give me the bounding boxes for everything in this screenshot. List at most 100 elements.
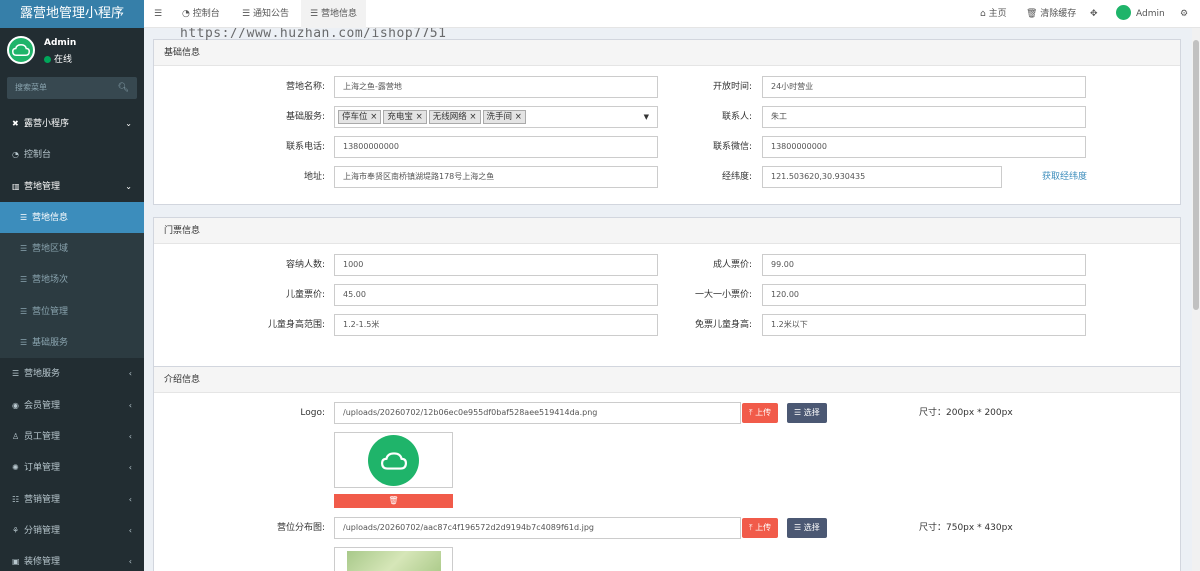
fullscreen-icon[interactable]: ✥ <box>1090 0 1098 28</box>
sidebar-item-camp-session[interactable]: ☰ 营地场次 <box>0 264 144 296</box>
close-icon[interactable]: × <box>515 112 522 122</box>
home-icon: ⌂ <box>980 9 989 19</box>
home-link[interactable]: ⌂ 主页 <box>980 0 1007 28</box>
service-tag[interactable]: 洗手间 × <box>482 110 526 124</box>
sidebar-item-label: 营地管理 <box>24 181 61 192</box>
chevron-left-icon: ‹ <box>128 369 132 379</box>
tab-label: 通知公告 <box>252 9 289 19</box>
panel-title: 介绍信息 <box>154 367 1180 393</box>
map-upload-button[interactable]: ⤒ 上传 <box>742 518 779 538</box>
dashboard-icon: ◔ <box>182 9 193 19</box>
hours-input[interactable]: 24小时营业 <box>762 76 1086 98</box>
service-tag[interactable]: 停车位 × <box>338 110 382 124</box>
phone-label: 联系电话: <box>285 142 325 152</box>
clear-cache-button[interactable]: 🗑︎ 清除缓存 <box>1026 0 1076 28</box>
trash-icon: 🗑︎ <box>388 496 399 505</box>
scrollbar-thumb[interactable] <box>1193 40 1199 310</box>
sidebar-item-dashboard[interactable]: ◔ 控制台 <box>0 139 144 170</box>
sitemap-icon: ⚘ <box>12 525 20 535</box>
app-title[interactable]: 露营地管理小程序 <box>0 0 144 28</box>
free-height-input[interactable]: 1.2米以下 <box>762 314 1086 336</box>
sidebar-item-distribution[interactable]: ⚘ 分销管理 ‹ <box>0 515 144 546</box>
sidebar-item-camp-app[interactable]: ✖ 露营小程序 ⌄ <box>0 108 144 139</box>
sidebar-item-camp-service[interactable]: ☰ 营地服务 ‹ <box>0 358 144 389</box>
menu-search-input[interactable]: 搜索菜单 🔍︎ <box>7 77 137 99</box>
cloud-logo-icon <box>12 43 30 56</box>
close-icon[interactable]: × <box>370 112 377 122</box>
intro-info-panel: 介绍信息 Logo: /uploads/20260702/12b06ec0e95… <box>153 366 1181 571</box>
choose-label: 选择 <box>803 408 820 417</box>
coords-label: 经纬度: <box>721 172 752 182</box>
sidebar-item-camp-info[interactable]: ☰ 营地信息 <box>0 201 144 234</box>
logo-image <box>368 435 419 486</box>
sidebar-item-decoration[interactable]: ▣ 装修管理 ‹ <box>0 546 144 571</box>
free-height-label: 免票儿童身高: <box>694 320 752 330</box>
panel-title: 门票信息 <box>154 218 1180 244</box>
service-tag[interactable]: 充电宝 × <box>383 110 427 124</box>
child-height-input[interactable]: 1.2-1.5米 <box>334 314 658 336</box>
sidebar-item-member[interactable]: ◉ 会员管理 ‹ <box>0 390 144 421</box>
sidebar-item-marketing[interactable]: ☷ 营销管理 ‹ <box>0 484 144 515</box>
sidebar-item-pitch-manage[interactable]: ☰ 营位管理 <box>0 295 144 328</box>
close-icon[interactable]: × <box>469 112 476 122</box>
services-label: 基础服务: <box>285 112 325 122</box>
tab-notice[interactable]: ☰ 通知公告 <box>242 0 289 28</box>
list-icon: ☰ <box>12 369 20 379</box>
child-price-label: 儿童票价: <box>285 290 325 300</box>
phone-input[interactable]: 13800000000 <box>334 136 658 158</box>
capacity-input[interactable]: 1000 <box>334 254 658 276</box>
search-placeholder: 搜索菜单 <box>15 83 47 92</box>
adult-price-input[interactable]: 99.00 <box>762 254 1086 276</box>
trash-icon: 🗑︎ <box>1026 9 1041 19</box>
online-dot-icon <box>44 56 51 63</box>
wechat-input[interactable]: 13800000000 <box>762 136 1086 158</box>
list-icon: ☰ <box>20 212 28 222</box>
sidebar-item-label: 营地信息 <box>32 212 69 223</box>
sidebar-item-label: 装修管理 <box>24 557 61 568</box>
settings-icon[interactable]: ⚙ <box>1180 0 1188 28</box>
sidebar-item-order[interactable]: ✺ 订单管理 ‹ <box>0 452 144 483</box>
cloud-logo-icon <box>380 451 407 470</box>
topbar-user[interactable]: Admin <box>1116 0 1165 28</box>
sidebar-item-label: 控制台 <box>24 150 52 161</box>
get-coords-link[interactable]: 获取经纬度 <box>1042 166 1087 188</box>
logo-upload-button[interactable]: ⤒ 上传 <box>742 403 779 423</box>
family-price-input[interactable]: 120.00 <box>762 284 1086 306</box>
sidebar-item-label: 营地服务 <box>24 369 61 380</box>
child-price-input[interactable]: 45.00 <box>334 284 658 306</box>
sidebar-item-staff[interactable]: ♙ 员工管理 ‹ <box>0 421 144 452</box>
logo-size-note: 尺寸：200px * 200px <box>919 408 1013 418</box>
contact-input[interactable]: 朱工 <box>762 106 1086 128</box>
service-tag[interactable]: 无线网络 × <box>428 110 481 124</box>
menu-toggle-icon[interactable]: ☰ <box>154 0 162 28</box>
sidebar-item-label: 营地场次 <box>32 275 69 286</box>
logo-choose-button[interactable]: ☰ 选择 <box>787 403 827 423</box>
sidebar-item-camp-area[interactable]: ☰ 营地区域 <box>0 233 144 265</box>
services-select[interactable]: 停车位 × 充电宝 × 无线网络 × 洗手间 × ▼ <box>334 106 658 128</box>
list-icon: ☰ <box>794 523 804 532</box>
tab-camp-info[interactable]: ☰ 营地信息 <box>301 0 366 28</box>
child-height-label: 儿童身高范围: <box>267 320 325 330</box>
tab-dashboard[interactable]: ◔ 控制台 <box>182 0 220 28</box>
camp-name-input[interactable]: 上海之鱼-露营地 <box>334 76 658 98</box>
address-label: 地址: <box>303 172 325 182</box>
map-label: 营位分布图: <box>276 523 325 533</box>
search-icon[interactable]: 🔍︎ <box>118 77 129 99</box>
ticket-info-panel: 门票信息 容纳人数: 1000 成人票价: 99.00 儿童票价: 45.00 … <box>153 217 1181 368</box>
clear-cache-label: 清除缓存 <box>1040 9 1077 19</box>
coords-input[interactable]: 121.503620,30.930435 <box>762 166 1002 188</box>
sidebar-item-basic-service[interactable]: ☰ 基础服务 <box>0 327 144 359</box>
map-path-input[interactable]: /uploads/20260702/aac87c4f196572d2d9194b… <box>334 517 741 539</box>
logo-path-input[interactable]: /uploads/20260702/12b06ec0e955df0baf528a… <box>334 402 741 424</box>
address-input[interactable]: 上海市奉贤区南桥镇湖堤路178号上海之鱼 <box>334 166 658 188</box>
logo-delete-button[interactable]: 🗑︎ <box>334 494 453 508</box>
chevron-down-icon: ⌄ <box>125 119 132 128</box>
list-icon: ☰ <box>20 306 28 316</box>
panel-title: 基础信息 <box>154 40 1180 66</box>
close-icon[interactable]: × <box>416 112 423 122</box>
map-choose-button[interactable]: ☰ 选择 <box>787 518 827 538</box>
upload-label: 上传 <box>755 523 772 532</box>
scrollbar[interactable] <box>1192 28 1200 571</box>
tag-label: 洗手间 <box>486 112 513 122</box>
sidebar-item-camp-manage[interactable]: ▥ 营地管理 ⌄ <box>0 171 144 202</box>
